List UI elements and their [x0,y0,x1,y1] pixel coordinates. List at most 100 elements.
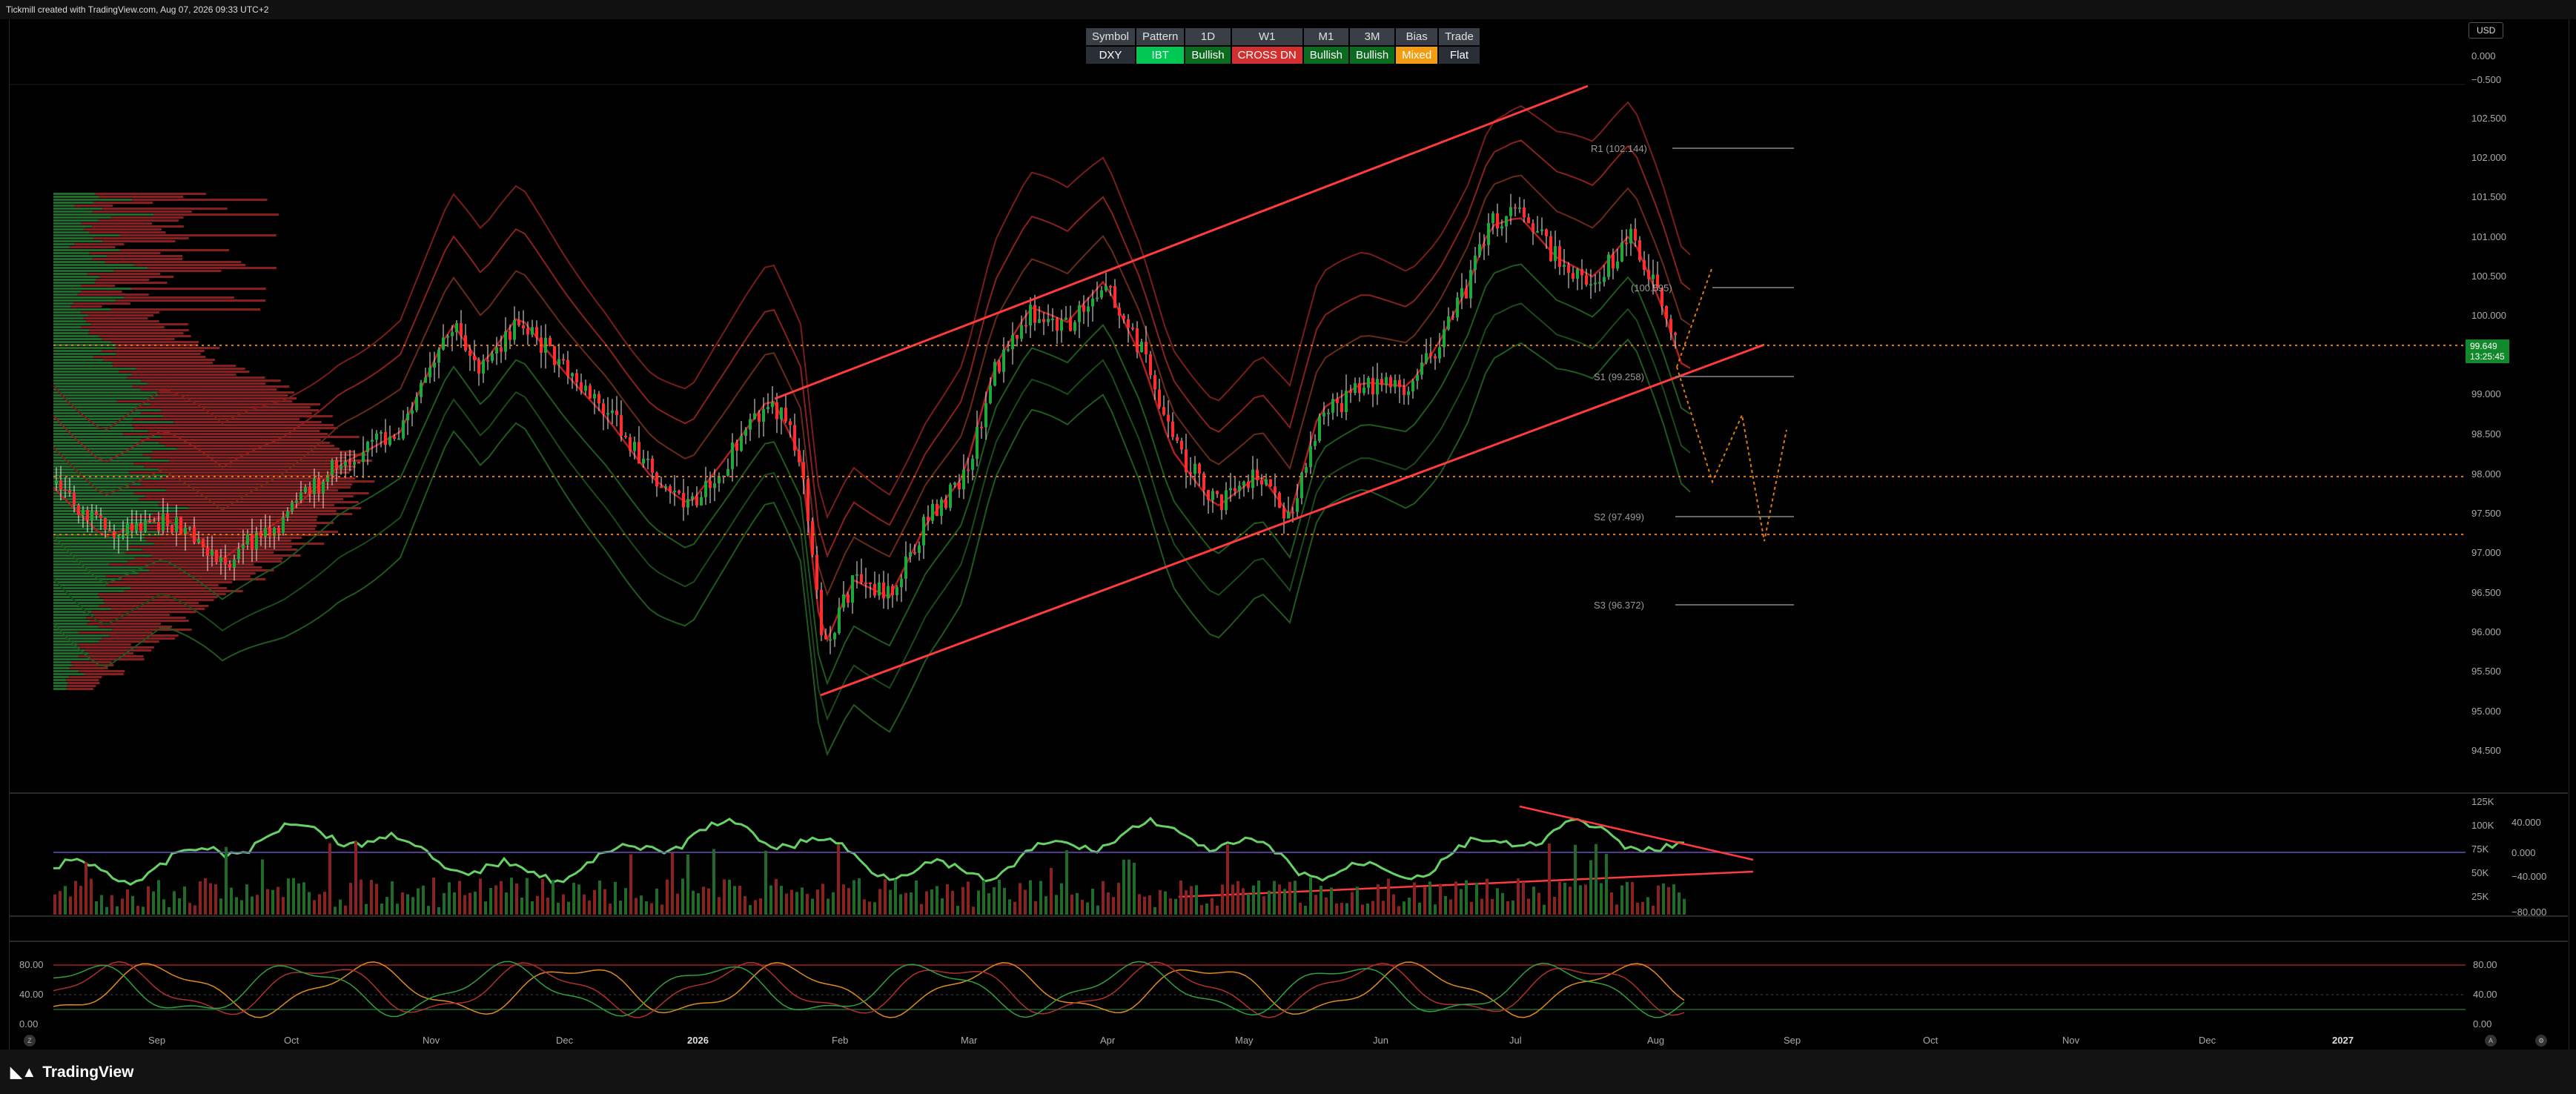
volume-bar [349,883,352,915]
status-value-trade: Flat [1437,45,1481,65]
currency-button[interactable]: USD [2469,22,2504,39]
volume-profile-bar [53,305,71,308]
volume-profile-bar [53,385,133,388]
status-header-symbol: Symbol [1084,27,1137,47]
candle-body [1100,290,1103,298]
volume-profile-bar [53,273,88,275]
volume-profile-bar [102,240,176,242]
auto-scale-icon[interactable]: A [2485,1035,2497,1047]
volume-profile-bar [53,537,145,539]
timezone-icon[interactable]: Z [24,1035,36,1047]
volume-bar [910,892,913,915]
volume-bar [723,879,726,915]
volume-bar [1345,903,1348,915]
candle-body [1056,318,1059,331]
chart-canvas[interactable]: R1 (102.144) (100.595) S1 (99.258) S2 (97.4… [0,0,2576,1094]
status-table-header-row: Symbol Pattern 1D W1 M1 3M Bias Trade [1084,27,1481,47]
volume-profile-bar [149,569,274,571]
price-tick-label: 97.500 [2471,508,2501,519]
candle-body [629,437,632,451]
volume-bar [188,903,191,915]
volume-profile-bar [140,480,375,483]
candle-body [989,385,992,403]
candle-body [1523,207,1526,218]
volume-bar [474,891,477,915]
volume-profile-bar [136,368,245,370]
candle-body [1296,498,1299,512]
candle-body [1643,259,1646,271]
time-tick-label: Mar [961,1035,978,1046]
volume-bar [645,901,648,915]
candle-body [1234,488,1236,491]
volume-bar [126,889,129,915]
volume-profile-bar [77,294,149,296]
candle-body [486,359,489,362]
volume-bar [1179,881,1182,915]
volume-profile-bar [116,299,266,302]
volume-bar [1190,886,1193,915]
volume-bar [821,884,824,915]
candle-body [460,323,463,336]
candle-body [771,402,774,408]
candle-body [1371,377,1374,395]
volume-profile-bar [53,513,153,515]
candle-body [366,441,369,453]
volume-bar [53,894,56,915]
status-value-symbol: DXY [1084,45,1137,65]
price-tick-label: 101.000 [2471,231,2506,242]
price-tick-label: 100.500 [2471,271,2506,282]
volume-bar [801,887,804,915]
volume-profile-bar [124,590,243,592]
volume-profile-bar [53,415,164,417]
volume-bar [624,888,627,915]
candle-body [420,382,423,397]
candle-body [224,557,227,564]
volume-profile-bar [53,679,67,681]
volume-bar [1444,896,1447,915]
settings-gear-icon[interactable]: ⚙ [2535,1035,2547,1047]
time-tick-label: Jul [1509,1035,1522,1046]
candle-body [122,535,125,537]
volume-profile-bar [110,216,184,219]
volume-profile-bar [69,246,116,248]
volume-bar [1034,901,1037,915]
candle-body [1016,335,1019,339]
volume-bar [531,901,534,915]
time-axis[interactable]: Sep Oct Nov Dec 2026 Feb Mar Apr May Jun Jul Aug Sep… [9,1032,2466,1050]
volume-profile-bar [53,240,103,242]
volume-profile-bar [96,279,150,281]
volume-bar [391,881,394,915]
volume-bar [904,892,907,915]
candle-body [678,491,681,494]
volume-bar [1428,881,1431,915]
oscillator-tick-label: 40.000 [2512,817,2541,828]
volume-profile-bar [77,643,131,646]
volume-profile-bar [99,640,159,643]
candle-body [735,442,738,451]
candle-body [895,587,898,595]
candle-body [1038,319,1041,323]
volume-bar [1013,901,1016,915]
candle-body [602,403,605,414]
volume-profile-bar [53,371,119,373]
volume-bar [100,895,103,915]
candle-body [1532,223,1534,233]
volume-profile-bar [53,424,133,426]
candle-body [1105,285,1107,291]
volume-bar [536,895,539,915]
candle-body [575,373,578,382]
volume-profile-bar [112,362,213,364]
candle-body [1247,481,1250,488]
volume-profile-bar [53,439,142,441]
candle-body [1536,231,1539,233]
volume-profile-bar [89,252,161,254]
tradingview-logo[interactable]: ◣▲ TradingView [10,1063,134,1081]
volume-bar [967,881,970,915]
candle-body [1549,236,1552,262]
volume-bar [785,893,788,915]
candle-body [1158,389,1161,408]
candle-body [144,520,147,531]
volume-bar [1620,885,1623,915]
volume-profile-bar [53,394,159,397]
candle-body [428,367,431,378]
